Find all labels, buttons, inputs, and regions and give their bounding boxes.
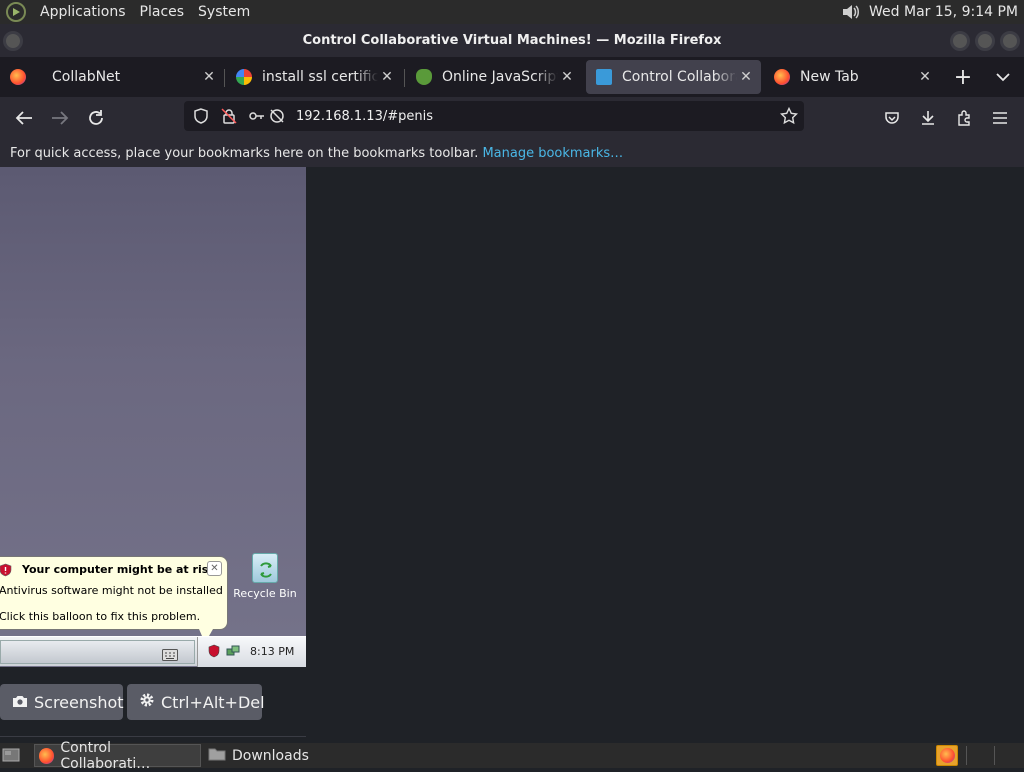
close-tab-icon[interactable]: ✕ bbox=[737, 69, 755, 85]
ctrl-alt-del-label: Ctrl+Alt+Del bbox=[161, 692, 265, 712]
bookmarks-message: For quick access, place your bookmarks h… bbox=[10, 145, 479, 161]
folder-icon bbox=[208, 747, 226, 765]
gear-icon bbox=[139, 692, 155, 712]
reload-icon[interactable] bbox=[83, 105, 109, 131]
balloon-close-icon[interactable]: ✕ bbox=[207, 561, 222, 576]
shield-icon[interactable] bbox=[192, 107, 210, 125]
speaker-icon[interactable] bbox=[841, 3, 861, 21]
menu-system[interactable]: System bbox=[198, 4, 250, 20]
hamburger-menu-icon[interactable] bbox=[987, 105, 1013, 131]
tray-firefox-icon[interactable] bbox=[936, 745, 958, 766]
window-title: Control Collaborative Virtual Machines! … bbox=[302, 33, 722, 48]
taskbar-item-label: Downloads bbox=[232, 747, 309, 764]
extensions-icon[interactable] bbox=[951, 105, 977, 131]
security-balloon[interactable]: Your computer might be at risk ✕ Antivir… bbox=[0, 556, 228, 643]
tracking-blocked-icon[interactable] bbox=[268, 107, 286, 125]
tab-online-javascript[interactable]: Online JavaScript be ✕ bbox=[406, 57, 582, 97]
balloon-line1: Antivirus software might not be installe… bbox=[0, 584, 223, 597]
close-window-button[interactable] bbox=[1000, 31, 1020, 51]
bookmarks-toolbar: For quick access, place your bookmarks h… bbox=[0, 139, 1024, 167]
menu-places[interactable]: Places bbox=[140, 4, 185, 20]
screenshot-label: Screenshot bbox=[34, 692, 124, 712]
monitor-icon bbox=[596, 69, 612, 85]
divider bbox=[994, 746, 995, 765]
divider bbox=[0, 736, 306, 737]
recycle-bin-icon bbox=[252, 553, 278, 583]
system-logo-icon[interactable] bbox=[6, 2, 26, 22]
taskbar-item-downloads[interactable]: Downloads bbox=[204, 744, 344, 767]
tray-security-icon[interactable] bbox=[208, 644, 220, 658]
forward-arrow-icon[interactable] bbox=[47, 105, 73, 131]
recycle-bin-label: Recycle Bin bbox=[233, 587, 297, 600]
balloon-line2: Click this balloon to fix this problem. bbox=[0, 610, 201, 623]
window-menu-icon[interactable] bbox=[3, 31, 23, 51]
list-tabs-chevron-icon[interactable] bbox=[990, 64, 1016, 90]
bookmark-star-icon[interactable] bbox=[780, 107, 798, 125]
balloon-title: Your computer might be at risk bbox=[22, 563, 216, 576]
url-text[interactable]: 192.168.1.13/#penis bbox=[296, 109, 433, 124]
close-tab-icon[interactable]: ✕ bbox=[378, 69, 396, 85]
taskbar-item-label: Control Collaborati… bbox=[60, 739, 151, 772]
show-desktop-icon[interactable] bbox=[2, 747, 20, 763]
vm-system-tray: 8:13 PM bbox=[197, 637, 306, 667]
firefox-icon bbox=[39, 747, 55, 764]
tab-label: CollabNet bbox=[52, 69, 121, 85]
tab-collabnet[interactable]: CollabNet ✕ bbox=[0, 57, 224, 97]
minimize-button[interactable] bbox=[950, 31, 970, 51]
firefox-icon bbox=[774, 69, 790, 85]
permissions-key-icon[interactable] bbox=[248, 107, 266, 125]
insecure-lock-icon[interactable] bbox=[220, 107, 238, 125]
close-tab-icon[interactable]: ✕ bbox=[916, 69, 934, 85]
back-arrow-icon[interactable] bbox=[11, 105, 37, 131]
tab-label: Control Collaborative bbox=[622, 69, 737, 85]
firefox-icon bbox=[10, 69, 26, 85]
taskbar-item-firefox[interactable]: Control Collaborati… bbox=[34, 740, 201, 772]
window-titlebar: Control Collaborative Virtual Machines! … bbox=[0, 24, 1024, 57]
navigation-toolbar: 192.168.1.13/#penis bbox=[0, 97, 1024, 139]
close-tab-icon[interactable]: ✕ bbox=[200, 69, 218, 85]
maximize-button[interactable] bbox=[975, 31, 995, 51]
keyboard-icon[interactable] bbox=[162, 646, 178, 661]
new-tab-plus-icon[interactable]: + bbox=[950, 64, 976, 90]
screenshot-button[interactable]: Screenshot bbox=[0, 684, 124, 720]
menu-applications[interactable]: Applications bbox=[40, 4, 126, 20]
tab-new-tab[interactable]: New Tab ✕ bbox=[764, 57, 940, 97]
pocket-icon[interactable] bbox=[879, 105, 905, 131]
downloads-icon[interactable] bbox=[915, 105, 941, 131]
vm-taskbar: 8:13 PM bbox=[0, 636, 306, 667]
page-content: Recycle Bin Your computer might be at ri… bbox=[0, 167, 1024, 743]
tab-label: install ssl certificate bbox=[262, 69, 378, 85]
vm-taskbar-strip[interactable] bbox=[0, 640, 195, 664]
tab-label: Online JavaScript be bbox=[442, 69, 558, 85]
close-tab-icon[interactable]: ✕ bbox=[558, 69, 576, 85]
tab-install-ssl[interactable]: install ssl certificate ✕ bbox=[226, 57, 402, 97]
url-bar[interactable]: 192.168.1.13/#penis bbox=[184, 101, 804, 131]
ctrl-alt-del-button[interactable]: Ctrl+Alt+Del bbox=[127, 684, 265, 720]
system-bottom-taskbar: Control Collaborati… Downloads bbox=[0, 740, 1024, 772]
camera-icon bbox=[12, 693, 28, 712]
google-icon bbox=[236, 69, 252, 85]
manage-bookmarks-link[interactable]: Manage bookmarks… bbox=[482, 146, 623, 161]
divider bbox=[966, 746, 967, 765]
security-shield-icon bbox=[0, 563, 12, 577]
system-clock[interactable]: Wed Mar 15, 9:14 PM bbox=[869, 4, 1018, 20]
tray-network-icon[interactable] bbox=[226, 644, 240, 658]
recycle-bin-shortcut[interactable]: Recycle Bin bbox=[232, 553, 298, 600]
vm-tray-clock[interactable]: 8:13 PM bbox=[250, 645, 294, 658]
tab-bar: CollabNet ✕ install ssl certificate ✕ On… bbox=[0, 57, 1024, 97]
flower-icon bbox=[416, 69, 432, 85]
tab-control-collaborative[interactable]: Control Collaborative ✕ bbox=[586, 60, 761, 94]
system-top-panel: Applications Places System Wed Mar 15, 9… bbox=[0, 0, 1024, 24]
vm-screen[interactable]: Recycle Bin Your computer might be at ri… bbox=[0, 167, 306, 667]
tab-label: New Tab bbox=[800, 69, 859, 85]
